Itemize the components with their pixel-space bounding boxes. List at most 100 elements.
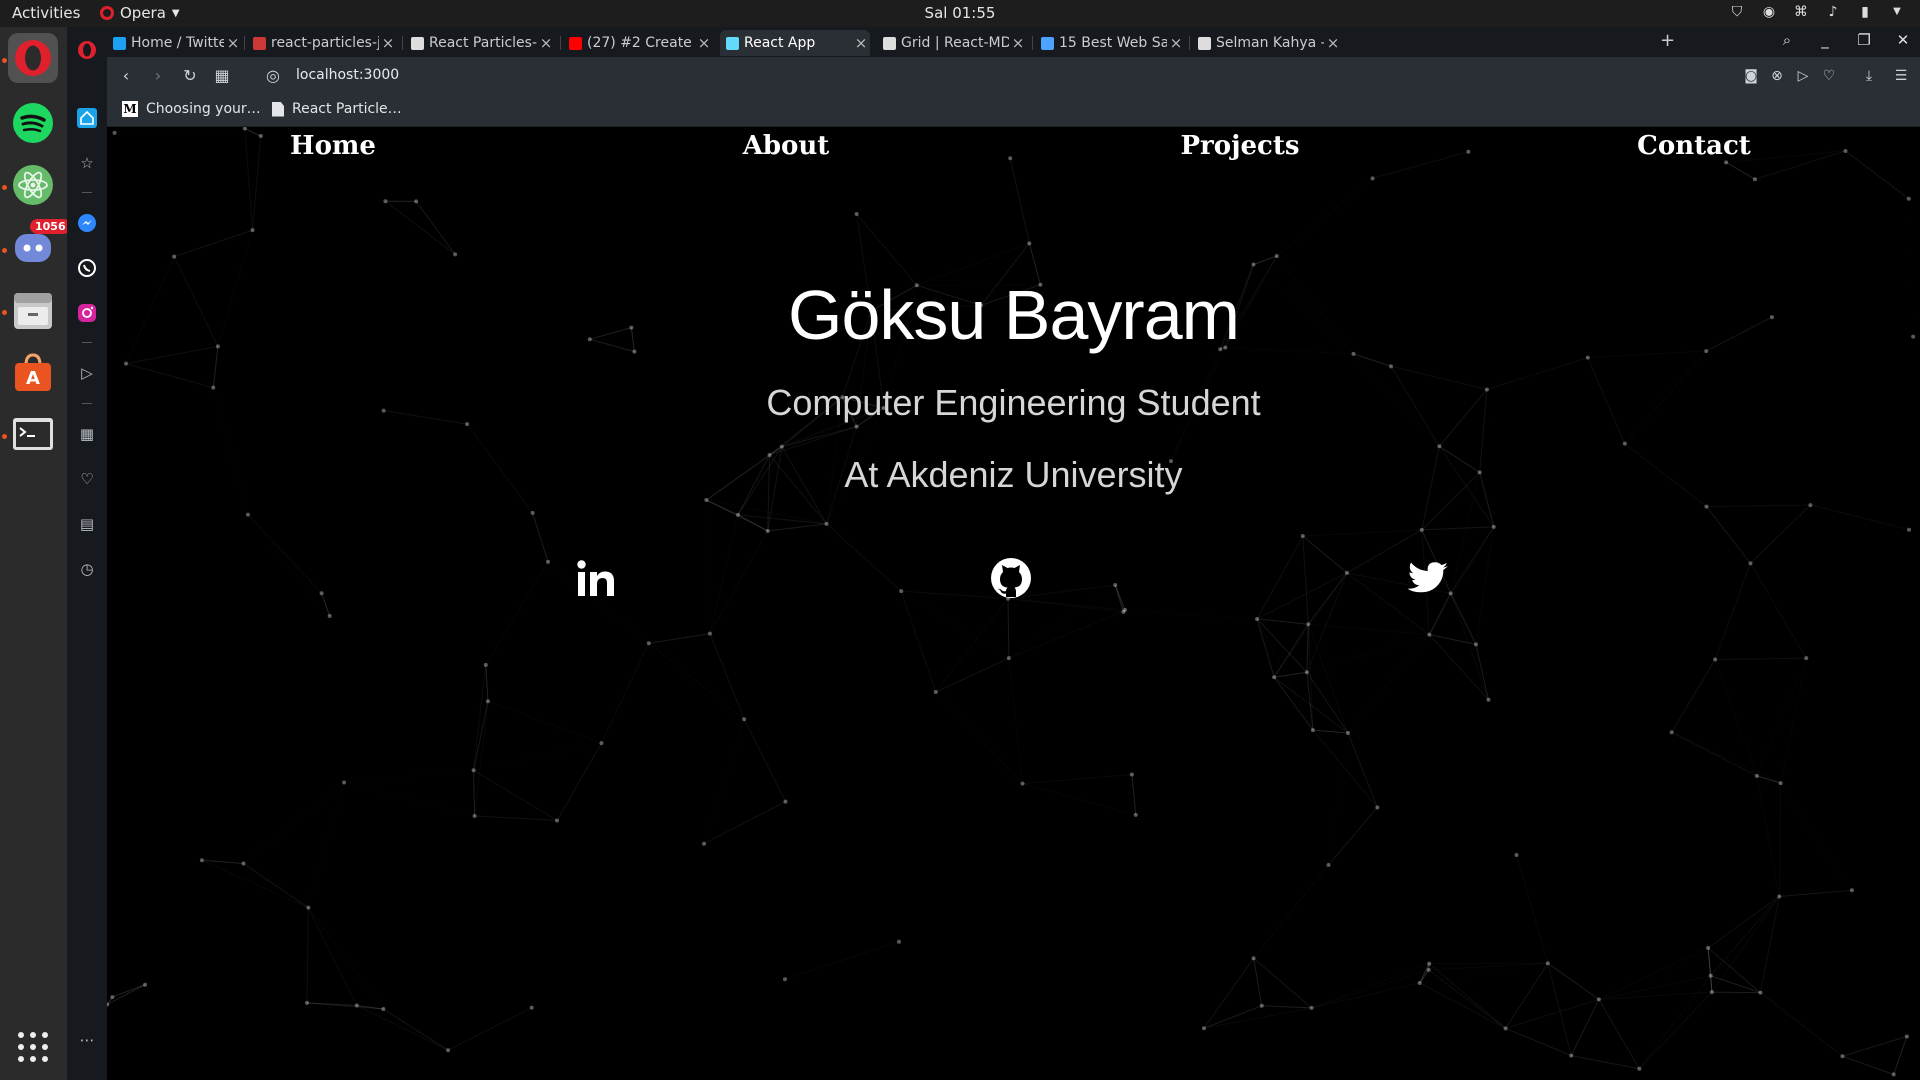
github-icon[interactable] [987, 554, 1035, 602]
nav-contact-link[interactable]: Contact [1637, 131, 1751, 161]
bookmark-item[interactable]: React Particle… [272, 101, 402, 117]
tab-6[interactable]: Grid | React-MDL: Re× [877, 30, 1027, 56]
particle-link [107, 984, 146, 1005]
close-tab-icon[interactable]: × [1324, 34, 1342, 52]
camera-icon[interactable]: ◙ [1741, 66, 1761, 86]
particle-link [703, 801, 786, 845]
nav-about-link[interactable]: About [743, 131, 830, 161]
heart-icon[interactable]: ♡ [75, 467, 99, 491]
instagram-icon[interactable] [75, 301, 99, 325]
dock-atom[interactable] [8, 160, 58, 210]
app-menu[interactable]: Opera ▼ [100, 4, 180, 22]
dock-software-center[interactable]: A [8, 347, 58, 397]
tab-7[interactable]: 15 Best Web Safe HT× [1035, 30, 1185, 56]
tab-grid-icon[interactable]: ▦ [211, 65, 233, 87]
close-tab-icon[interactable]: × [224, 34, 242, 52]
reload-icon[interactable]: ↻ [179, 65, 201, 87]
particle-link [1256, 535, 1304, 620]
bookmark-label: Choosing your… [146, 101, 261, 117]
particle-link [1022, 784, 1135, 815]
search-tabs-icon[interactable]: ⌕ [1777, 31, 1797, 49]
close-window-button[interactable]: ✕ [1893, 31, 1913, 49]
dock-spotify[interactable] [8, 98, 58, 148]
tab-8[interactable]: Selman Kahya - Kişis× [1192, 30, 1342, 56]
dock-terminal[interactable] [8, 409, 58, 459]
discord-tray-icon[interactable]: ◉ [1760, 3, 1778, 21]
download-icon[interactable]: ⤓ [1859, 66, 1879, 86]
particle-link [1750, 563, 1806, 658]
twitter-icon[interactable] [1404, 554, 1452, 602]
particle-link [1203, 1005, 1262, 1029]
particle-dot [1129, 772, 1134, 777]
back-button[interactable]: ‹ [115, 65, 137, 87]
system-tray[interactable]: ⛉ ◉ ⌘ ♪ ▮ ▼ [1728, 3, 1906, 21]
particles-background [107, 127, 1916, 1077]
particle-link [306, 907, 309, 1003]
particle-link [488, 701, 601, 743]
notification-badge: 1056 [30, 219, 71, 234]
news-icon[interactable]: ▤ [75, 512, 99, 536]
page-viewport: Home About Projects Contact Göksu Bayram… [107, 127, 1920, 1080]
send-icon[interactable]: ▷ [1793, 66, 1813, 86]
battery-icon[interactable]: ▮ [1856, 3, 1874, 21]
particle-dot [304, 1000, 309, 1005]
close-tab-icon[interactable]: × [1167, 34, 1185, 52]
url-field[interactable]: localhost:3000 [296, 67, 399, 83]
particle-dot [1596, 997, 1601, 1002]
particle-link [385, 200, 456, 255]
network-icon[interactable]: ⌘ [1792, 3, 1810, 21]
close-tab-icon[interactable]: × [852, 34, 870, 52]
messenger-icon[interactable] [75, 211, 99, 235]
particle-dot [110, 995, 115, 1000]
particle-link [709, 633, 745, 720]
particle-dot [783, 799, 788, 804]
close-tab-icon[interactable]: × [379, 34, 397, 52]
linkedin-icon[interactable] [572, 554, 620, 602]
particle-dot [1748, 561, 1753, 566]
volume-icon[interactable]: ♪ [1824, 3, 1842, 21]
new-tab-button[interactable]: + [1660, 30, 1675, 51]
more-icon[interactable]: ⋯ [75, 1028, 99, 1052]
npm-icon [253, 36, 266, 50]
shield-icon[interactable]: ⛉ [1728, 3, 1746, 21]
particle-link [344, 783, 475, 816]
spotify-icon [13, 103, 53, 143]
tab-2[interactable]: react-particles-js - np× [247, 30, 397, 56]
history-icon[interactable]: ◷ [75, 557, 99, 581]
nav-projects-link[interactable]: Projects [1180, 131, 1299, 161]
system-clock[interactable]: Sal 01:55 [0, 4, 1920, 22]
adblock-icon[interactable]: ⊗ [1767, 66, 1787, 86]
particle-link [1125, 610, 1257, 619]
dock-opera[interactable] [8, 33, 58, 83]
home-icon[interactable] [75, 106, 99, 130]
nav-home-link[interactable]: Home [290, 131, 376, 161]
chevron-down-icon[interactable]: ▼ [1888, 3, 1906, 21]
tab-3[interactable]: React Particles-JS - D× [405, 30, 555, 56]
tab-4[interactable]: (27) #2 Create React× [563, 30, 713, 56]
tab-5[interactable]: React App × [720, 30, 870, 56]
bookmark-item[interactable]: M Choosing your… [122, 101, 261, 117]
dock-discord[interactable]: 1056 [8, 219, 71, 273]
close-tab-icon[interactable]: × [695, 34, 713, 52]
heart-icon[interactable]: ♡ [1819, 66, 1839, 86]
particle-dot [1569, 1053, 1574, 1058]
particle-link [1131, 774, 1137, 815]
activities-button[interactable]: Activities [12, 4, 80, 22]
easy-setup-icon[interactable]: ☰ [1891, 66, 1911, 86]
file-cabinet-icon [14, 293, 52, 329]
send-icon[interactable]: ▷ [75, 361, 99, 385]
minimize-button[interactable]: _ [1815, 31, 1835, 49]
restore-button[interactable]: ❐ [1854, 31, 1874, 49]
speed-dial-icon[interactable]: ▦ [75, 422, 99, 446]
close-tab-icon[interactable]: × [1009, 34, 1027, 52]
show-applications-icon[interactable] [18, 1032, 48, 1062]
particle-dot [1545, 961, 1550, 966]
tab-1[interactable]: Home / Twitter × [107, 30, 242, 56]
particle-dot [1777, 894, 1782, 899]
forward-button[interactable]: › [147, 65, 169, 87]
opera-menu-icon[interactable] [75, 38, 99, 62]
star-icon[interactable]: ☆ [75, 151, 99, 175]
close-tab-icon[interactable]: × [537, 34, 555, 52]
whatsapp-icon[interactable] [75, 256, 99, 280]
dock-files[interactable] [8, 285, 58, 335]
